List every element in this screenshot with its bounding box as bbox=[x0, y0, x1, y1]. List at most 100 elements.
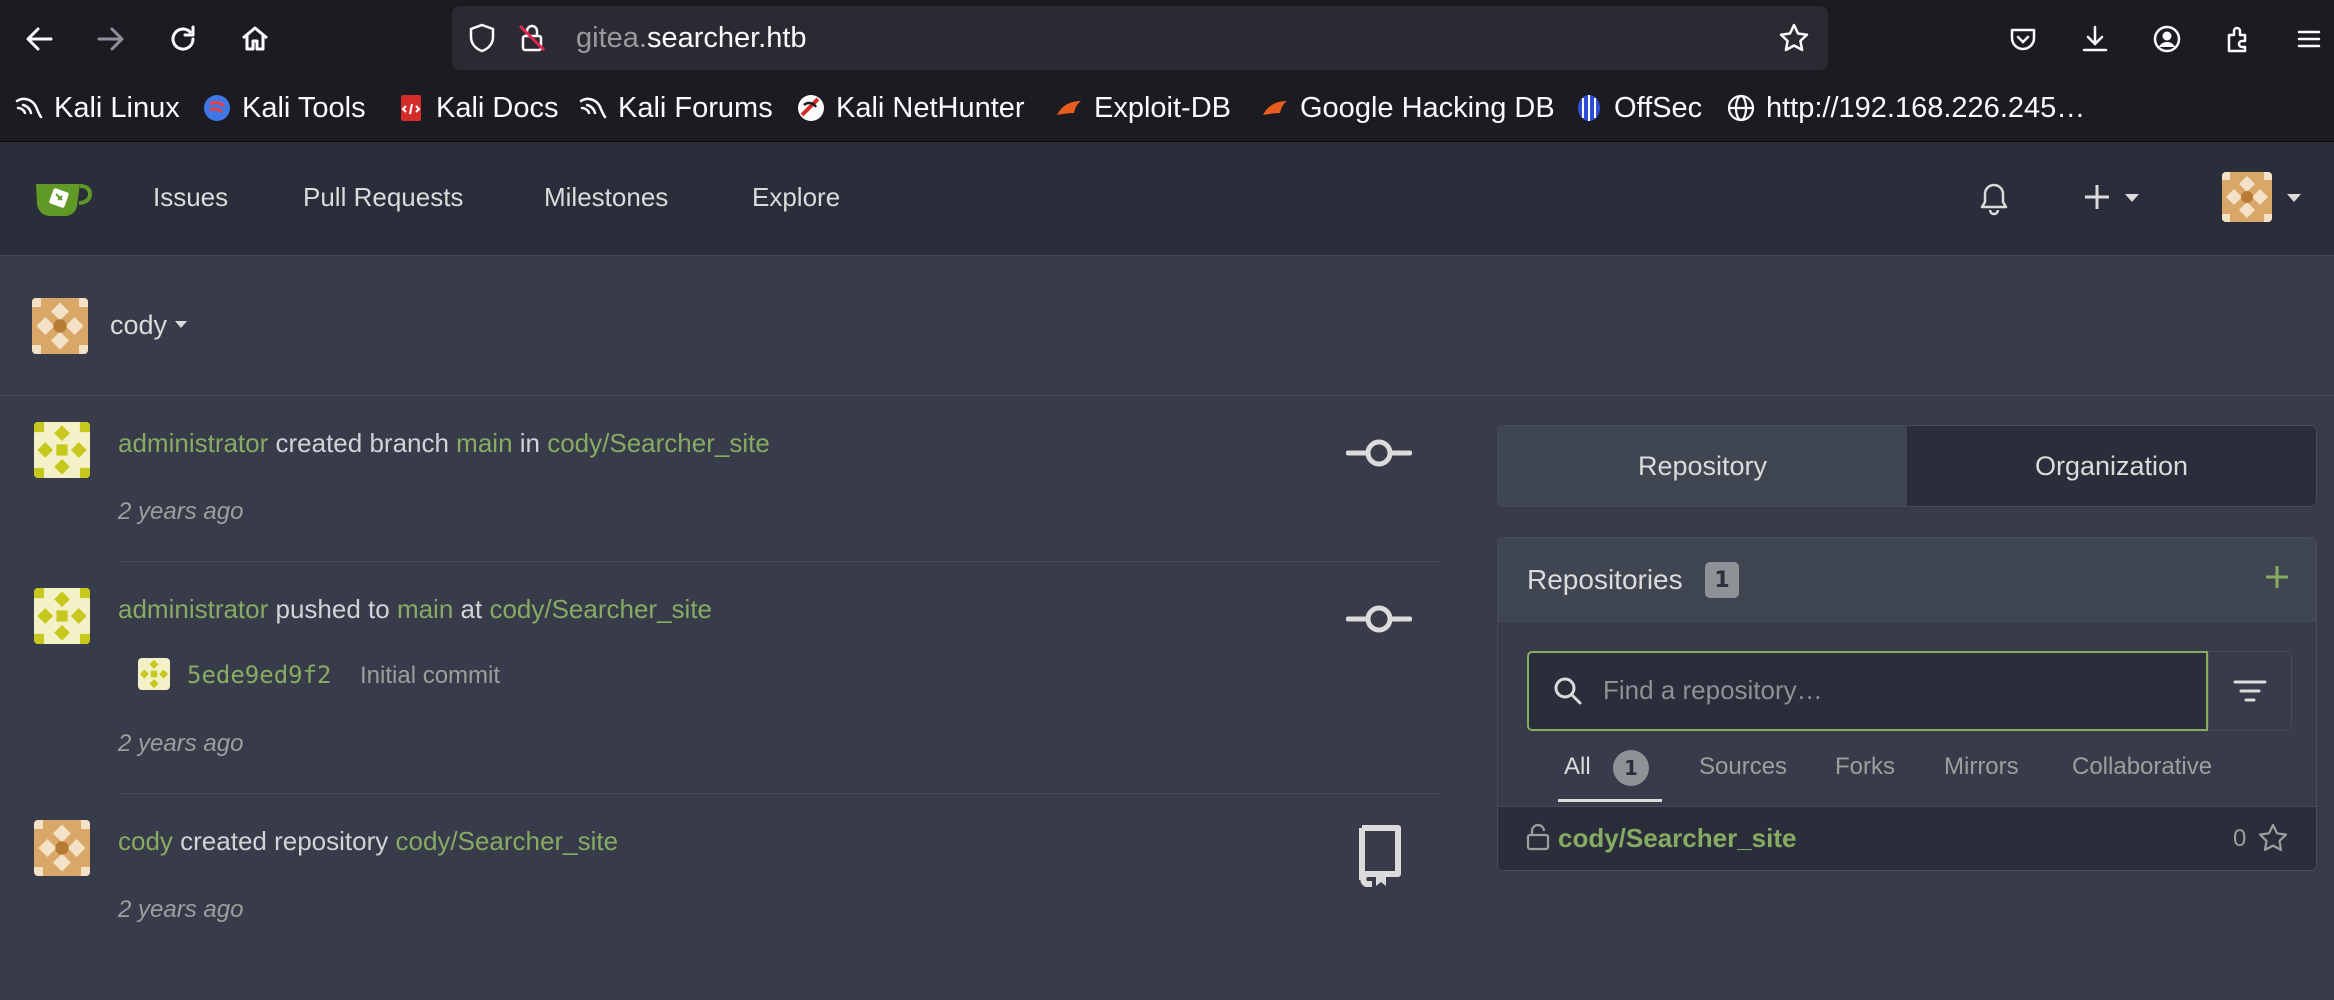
feed-preposition: in bbox=[512, 428, 548, 458]
bookmark-google-hacking-db[interactable]: Google Hacking DB bbox=[1260, 88, 1555, 128]
repo-link[interactable]: cody/Searcher_site bbox=[489, 594, 712, 624]
bookmark-kali-docs[interactable]: Kali Docs bbox=[396, 88, 559, 128]
bookmark-kali-forums[interactable]: Kali Forums bbox=[578, 88, 773, 128]
feed-text: administrator pushed to main at cody/Sea… bbox=[118, 594, 712, 625]
caret-down-icon bbox=[2125, 194, 2139, 202]
feed-text: administrator created branch main in cod… bbox=[118, 428, 770, 459]
repo-filter-button[interactable] bbox=[2208, 651, 2292, 731]
back-arrow-icon bbox=[26, 27, 53, 51]
nav-explore[interactable]: Explore bbox=[752, 182, 840, 213]
repo-filter-tab-collaborative[interactable]: Collaborative bbox=[2072, 753, 2212, 781]
gitea-logo-icon[interactable] bbox=[32, 176, 94, 220]
url-bar[interactable]: gitea.searcher.htb bbox=[452, 6, 1828, 70]
browser-toolbar: gitea.searcher.htb bbox=[0, 0, 2334, 78]
repo-name-link[interactable]: cody/Searcher_site bbox=[1558, 823, 1796, 854]
bookmark-offsec[interactable]: OffSec bbox=[1574, 88, 1702, 128]
bookmark-label: Kali Forums bbox=[618, 91, 773, 124]
commit-author-avatar bbox=[138, 658, 170, 690]
feed-action: created repository bbox=[172, 826, 396, 856]
user-menu-dropdown[interactable] bbox=[2222, 172, 2306, 224]
feed-item: administrator created branch main in cod… bbox=[0, 396, 1442, 562]
avatar[interactable] bbox=[34, 422, 90, 478]
repo-filter-tab-all[interactable]: All 1 bbox=[1558, 744, 1662, 802]
repo-filter-tab-sources[interactable]: Sources bbox=[1699, 753, 1787, 781]
bookmark-label: OffSec bbox=[1614, 91, 1703, 124]
tab-organization[interactable]: Organization bbox=[1907, 426, 2316, 506]
actor-link[interactable]: cody bbox=[118, 826, 173, 856]
context-switcher-bar: cody bbox=[0, 256, 2334, 396]
plus-icon bbox=[2085, 185, 2109, 209]
downloads-button[interactable] bbox=[2070, 14, 2120, 64]
branch-link[interactable]: main bbox=[397, 594, 453, 624]
bookmark-label: Kali NetHunter bbox=[836, 91, 1025, 124]
kali-dragon-icon bbox=[14, 93, 44, 123]
ghdb-icon bbox=[1260, 93, 1290, 123]
context-user-dropdown[interactable]: cody bbox=[32, 298, 202, 356]
home-icon bbox=[242, 26, 268, 51]
actor-link[interactable]: administrator bbox=[118, 428, 268, 458]
account-icon bbox=[2153, 25, 2181, 53]
pocket-button[interactable] bbox=[1998, 14, 2048, 64]
git-commit-icon bbox=[1346, 439, 1412, 467]
bookmark-label: Kali Tools bbox=[242, 91, 366, 124]
avatar[interactable] bbox=[34, 588, 90, 644]
bookmark-label: Exploit-DB bbox=[1094, 91, 1231, 124]
repo-link[interactable]: cody/Searcher_site bbox=[395, 826, 618, 856]
globe-icon bbox=[1726, 93, 1756, 123]
repo-search-field[interactable]: Find a repository… bbox=[1527, 651, 2208, 731]
repo-list-item[interactable]: cody/Searcher_site 0 bbox=[1498, 806, 2316, 870]
forward-arrow-icon bbox=[97, 27, 124, 51]
extensions-button[interactable] bbox=[2214, 14, 2264, 64]
tab-repository[interactable]: Repository bbox=[1498, 426, 1907, 506]
bookmark-kali-nethunter[interactable]: Kali NetHunter bbox=[796, 88, 1025, 128]
repo-search-input[interactable]: Find a repository… bbox=[1603, 675, 1823, 706]
branch-link[interactable]: main bbox=[456, 428, 512, 458]
repo-link[interactable]: cody/Searcher_site bbox=[547, 428, 770, 458]
caret-down-icon bbox=[2287, 194, 2301, 202]
feed-item: administrator pushed to main at cody/Sea… bbox=[0, 562, 1442, 794]
menu-button[interactable] bbox=[2284, 14, 2334, 64]
bookmark-label: Kali Linux bbox=[54, 91, 180, 124]
repo-list-box: Repositories 1 Find a repository… All 1 … bbox=[1497, 537, 2317, 871]
nav-milestones[interactable]: Milestones bbox=[544, 182, 668, 213]
bookmark-local-ip[interactable]: http://192.168.226.245… bbox=[1726, 88, 2085, 128]
account-button[interactable] bbox=[2142, 14, 2192, 64]
filter-icon bbox=[2233, 680, 2267, 702]
forward-button[interactable] bbox=[86, 14, 136, 64]
notification-bell-icon[interactable] bbox=[1978, 182, 2010, 216]
repo-filter-tab-forks[interactable]: Forks bbox=[1835, 753, 1895, 781]
bookmark-kali-linux[interactable]: Kali Linux bbox=[14, 88, 180, 128]
feed-time: 2 years ago bbox=[118, 896, 244, 923]
nethunter-icon bbox=[796, 93, 826, 123]
bookmark-label: Google Hacking DB bbox=[1300, 91, 1555, 124]
avatar[interactable] bbox=[34, 820, 90, 876]
offsec-icon bbox=[1574, 93, 1604, 123]
tracking-shield-icon[interactable] bbox=[466, 22, 498, 54]
feed-text: cody created repository cody/Searcher_si… bbox=[118, 826, 618, 857]
caret-down-icon bbox=[175, 321, 187, 328]
back-button[interactable] bbox=[14, 14, 64, 64]
insecure-lock-icon[interactable] bbox=[516, 22, 548, 54]
actor-link[interactable]: administrator bbox=[118, 594, 268, 624]
commit-sha-link[interactable]: 5ede9ed9f2 bbox=[187, 661, 332, 689]
extensions-icon bbox=[2227, 26, 2247, 53]
bookmark-exploit-db[interactable]: Exploit-DB bbox=[1054, 88, 1231, 128]
pocket-icon bbox=[2010, 28, 2036, 51]
add-repo-plus-icon[interactable] bbox=[2264, 564, 2290, 590]
repo-book-icon bbox=[1359, 825, 1401, 887]
reload-button[interactable] bbox=[158, 14, 208, 64]
nav-issues[interactable]: Issues bbox=[153, 182, 228, 213]
gitea-navbar: Issues Pull Requests Milestones Explore bbox=[0, 142, 2334, 256]
dashboard-tabs: Repository Organization bbox=[1497, 425, 2317, 507]
repo-filter-tab-mirrors[interactable]: Mirrors bbox=[1944, 753, 2019, 781]
bookmark-star-icon[interactable] bbox=[1778, 22, 1810, 54]
bookmarks-bar: Kali Linux Kali Tools Kali Docs Kali For… bbox=[0, 78, 2334, 142]
create-new-dropdown[interactable] bbox=[2082, 182, 2146, 216]
nav-pull-requests[interactable]: Pull Requests bbox=[303, 182, 463, 213]
home-button[interactable] bbox=[230, 14, 280, 64]
url-text[interactable]: gitea.searcher.htb bbox=[576, 22, 807, 55]
filter-label: All bbox=[1564, 753, 1591, 780]
feed-time: 2 years ago bbox=[118, 730, 244, 757]
context-username: cody bbox=[110, 310, 168, 340]
bookmark-kali-tools[interactable]: Kali Tools bbox=[202, 88, 366, 128]
